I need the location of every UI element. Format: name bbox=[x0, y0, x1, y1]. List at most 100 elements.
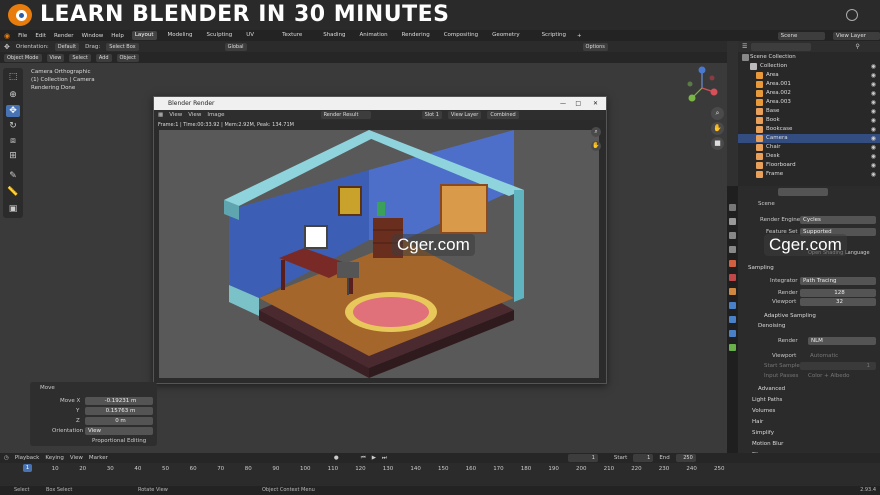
outliner-icon[interactable]: ☰ bbox=[742, 43, 747, 50]
visibility-eye-icon[interactable]: ◉ bbox=[871, 143, 876, 152]
tab-modeling[interactable]: Modeling bbox=[165, 31, 196, 40]
outliner-item-base[interactable]: Base ◉ bbox=[738, 107, 880, 116]
scene-tab-icon[interactable] bbox=[729, 260, 736, 267]
move-panel-title[interactable]: Move bbox=[40, 385, 55, 391]
measure-tool-icon[interactable]: 📏 bbox=[6, 186, 20, 198]
select-tool-icon[interactable]: ⬚ bbox=[6, 71, 20, 83]
tab-compositing[interactable]: Compositing bbox=[441, 31, 481, 40]
start-sample-field[interactable]: 1 bbox=[800, 362, 876, 370]
object-mode-dropdown[interactable]: Object Mode bbox=[4, 53, 42, 62]
sampling-section[interactable]: Sampling bbox=[748, 265, 774, 271]
camera-view-icon[interactable]: ■ bbox=[711, 137, 724, 150]
cursor-tool-icon[interactable]: ⊕ bbox=[6, 89, 20, 101]
visibility-eye-icon[interactable]: ◉ bbox=[871, 134, 876, 143]
scene-collection-row[interactable]: Scene Collection bbox=[738, 53, 880, 62]
rotate-tool-icon[interactable]: ↻ bbox=[6, 120, 20, 132]
tab-geometry-nodes[interactable]: Geometry Nodes bbox=[489, 31, 530, 47]
outliner-item-floorboard[interactable]: Floorboard ◉ bbox=[738, 161, 880, 170]
viewport-menu-object[interactable]: Object bbox=[116, 53, 139, 62]
scale-tool-icon[interactable]: ⧈ bbox=[6, 135, 20, 147]
pass-dropdown[interactable]: Combined bbox=[487, 111, 519, 119]
options-button[interactable]: Options bbox=[582, 42, 608, 51]
tab-animation[interactable]: Animation bbox=[357, 31, 391, 40]
menu-help[interactable]: Help bbox=[111, 33, 124, 39]
render-result-dropdown[interactable]: Render Result bbox=[320, 111, 371, 119]
visibility-eye-icon[interactable]: ◉ bbox=[871, 71, 876, 80]
outliner-item-area-001[interactable]: Area.001 ◉ bbox=[738, 80, 880, 89]
render-menu-view2[interactable]: View bbox=[188, 112, 201, 118]
image-editor-icon[interactable]: ▦ bbox=[158, 112, 163, 118]
tab-texture-paint[interactable]: Texture Paint bbox=[279, 31, 312, 47]
view-layer-tab-icon[interactable] bbox=[729, 246, 736, 253]
drag-dropdown[interactable]: Select Box bbox=[106, 42, 139, 51]
tab-scripting[interactable]: Scripting bbox=[539, 31, 569, 40]
move-y-field[interactable]: 0.15763 m bbox=[85, 407, 153, 415]
jump-start-icon[interactable]: ⏮ bbox=[361, 455, 366, 462]
outliner-item-chair[interactable]: Chair ◉ bbox=[738, 143, 880, 152]
timeline-menu-view[interactable]: View bbox=[70, 455, 83, 461]
orientation-field[interactable]: View bbox=[85, 427, 153, 435]
render-menu-view[interactable]: View bbox=[169, 112, 182, 118]
viewport-samples-field[interactable]: 32 bbox=[800, 298, 876, 306]
transform-orientation-dropdown[interactable]: Global bbox=[224, 42, 247, 51]
playhead[interactable]: 1 bbox=[23, 464, 32, 472]
timeline-menu-keying[interactable]: Keying bbox=[45, 455, 63, 461]
constraints-tab-icon[interactable] bbox=[729, 330, 736, 337]
add-workspace-icon[interactable]: + bbox=[577, 33, 582, 39]
visibility-eye-icon[interactable]: ◉ bbox=[871, 107, 876, 116]
outliner-item-frame[interactable]: Frame ◉ bbox=[738, 170, 880, 179]
render-pan-icon[interactable]: ✋ bbox=[591, 141, 601, 151]
viewport-menu-add[interactable]: Add bbox=[95, 53, 112, 62]
tab-uv-editing[interactable]: UV Editing bbox=[243, 31, 271, 47]
add-cube-tool-icon[interactable]: ▣ bbox=[6, 203, 20, 215]
minimize-icon[interactable]: — bbox=[560, 97, 566, 110]
outliner-item-desk[interactable]: Desk ◉ bbox=[738, 152, 880, 161]
move-tool-icon[interactable]: ✥ bbox=[4, 43, 10, 51]
proportional-editing-checkbox[interactable]: Proportional Editing bbox=[92, 438, 146, 444]
outliner-item-area[interactable]: Area ◉ bbox=[738, 71, 880, 80]
outliner-item-camera[interactable]: Camera ◉ bbox=[738, 134, 880, 143]
object-tab-icon[interactable] bbox=[729, 288, 736, 295]
outliner-item-area-003[interactable]: Area.003 ◉ bbox=[738, 98, 880, 107]
modifier-tab-icon[interactable] bbox=[729, 302, 736, 309]
section-light-paths[interactable]: Light Paths bbox=[752, 397, 782, 403]
orientation-dropdown[interactable]: Default bbox=[54, 42, 80, 51]
adaptive-sampling-section[interactable]: Adaptive Sampling bbox=[764, 313, 816, 319]
render-canvas[interactable] bbox=[159, 130, 599, 378]
visibility-eye-icon[interactable]: ◉ bbox=[871, 170, 876, 179]
viewport-menu-select[interactable]: Select bbox=[69, 53, 91, 62]
render-engine-dropdown[interactable]: Cycles bbox=[800, 216, 876, 224]
jump-end-icon[interactable]: ⏭ bbox=[382, 455, 387, 462]
view-layer-selector[interactable]: View Layer bbox=[832, 31, 880, 40]
section-advanced[interactable]: Advanced bbox=[758, 386, 785, 392]
end-frame-field[interactable]: 250 bbox=[675, 454, 696, 462]
physics-tab-icon[interactable] bbox=[729, 316, 736, 323]
visibility-eye-icon[interactable]: ◉ bbox=[871, 161, 876, 170]
section-hair[interactable]: Hair bbox=[752, 419, 763, 425]
render-window[interactable]: Blender Render — □ ✕ ▦ View View Image R… bbox=[153, 96, 607, 384]
visibility-eye-icon[interactable]: ◉ bbox=[871, 98, 876, 107]
tab-rendering[interactable]: Rendering bbox=[399, 31, 433, 40]
blender-menu-icon[interactable]: ◉ bbox=[4, 32, 10, 40]
view-layer-dropdown[interactable]: View Layer bbox=[447, 111, 482, 119]
input-passes-value[interactable]: Color + Albedo bbox=[808, 373, 850, 379]
move-z-field[interactable]: 0 m bbox=[85, 417, 153, 425]
section-simplify[interactable]: Simplify bbox=[752, 430, 774, 436]
start-frame-field[interactable]: 1 bbox=[633, 454, 654, 462]
collection-row[interactable]: Collection ◉ bbox=[738, 62, 880, 71]
filter-icon[interactable]: ⚲ bbox=[855, 43, 859, 50]
tab-shading[interactable]: Shading bbox=[320, 31, 348, 40]
scene-selector[interactable]: Scene bbox=[777, 31, 825, 40]
outliner-search[interactable] bbox=[751, 42, 812, 51]
outliner-item-area-002[interactable]: Area.002 ◉ bbox=[738, 89, 880, 98]
transform-tool-icon[interactable]: ⊞ bbox=[6, 150, 20, 162]
maximize-icon[interactable]: □ bbox=[575, 97, 581, 110]
menu-window[interactable]: Window bbox=[82, 33, 104, 39]
render-menu-image[interactable]: Image bbox=[207, 112, 224, 118]
outliner-item-bookcase[interactable]: Bookcase ◉ bbox=[738, 125, 880, 134]
visibility-eye-icon[interactable]: ◉ bbox=[871, 80, 876, 89]
visibility-eye-icon[interactable]: ◉ bbox=[871, 116, 876, 125]
menu-edit[interactable]: Edit bbox=[35, 33, 46, 39]
slot-dropdown[interactable]: Slot 1 bbox=[421, 111, 442, 119]
record-icon[interactable]: ● bbox=[334, 455, 339, 461]
